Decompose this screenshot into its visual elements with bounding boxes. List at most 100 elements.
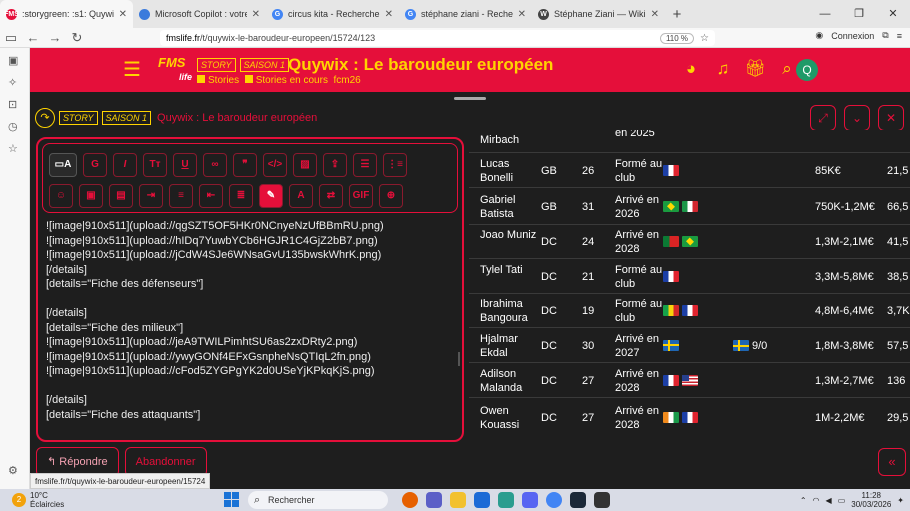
teams-icon[interactable] — [426, 492, 442, 508]
steam-icon[interactable] — [570, 492, 586, 508]
close-icon[interactable]: ✕ — [878, 105, 904, 131]
gif-icon[interactable]: GIF — [349, 184, 373, 208]
maximize-window-icon[interactable]: ❐ — [842, 0, 876, 28]
italic-button[interactable]: I — [113, 153, 137, 177]
username[interactable]: fcm26 — [334, 75, 361, 86]
tray-chevron-icon[interactable]: ⌃ — [800, 496, 807, 505]
weather-widget[interactable]: 2 10°C Éclaircies — [12, 489, 64, 511]
tab-close-icon[interactable]: ✕ — [119, 9, 127, 20]
reload-icon[interactable]: ↻ — [66, 30, 88, 46]
clock[interactable]: 11:28 30/03/2026 — [851, 491, 891, 509]
file-explorer-icon[interactable] — [450, 492, 466, 508]
code-icon[interactable]: </> — [263, 153, 287, 177]
category-stories[interactable]: Stories — [208, 75, 239, 86]
expand-icon[interactable]: ⤢ — [810, 105, 836, 131]
extensions-icon[interactable]: ⧉ — [882, 30, 888, 41]
avatar[interactable]: Q — [796, 59, 818, 81]
browser-tab[interactable]: Gcircus kita - Recherche Google ✕ — [266, 0, 399, 28]
pane-divider[interactable] — [458, 352, 460, 366]
hamburger-icon[interactable]: ☰ — [123, 60, 141, 80]
link-icon[interactable]: ∞ — [203, 153, 227, 177]
app-icon[interactable] — [594, 492, 610, 508]
cell-nationality — [663, 305, 698, 316]
browser-tab[interactable]: FMS:storygreen: :s1: Quywix : Le bar ✕ — [0, 0, 133, 28]
twitter-icon[interactable]: ♫ — [712, 59, 734, 79]
zoom-level[interactable]: 110 % — [659, 32, 695, 44]
back-icon[interactable]: ← — [22, 30, 44, 45]
windows-start-icon[interactable] — [224, 492, 239, 507]
reply-label: Répondre — [59, 456, 108, 468]
toggle-markdown-button[interactable]: ▭A — [49, 153, 77, 177]
quote-icon[interactable]: ❞ — [233, 153, 257, 177]
sidebar-toggle-icon[interactable]: ▭ — [0, 30, 22, 46]
underline-button[interactable]: U — [173, 153, 197, 177]
category-current[interactable]: Stories en cours — [256, 75, 328, 86]
tab-close-icon[interactable]: ✕ — [252, 9, 260, 20]
cell-status: Arrivé en 2028 — [615, 405, 660, 431]
cell-name: Hjalmar Ekdal — [480, 332, 518, 359]
chrome-icon[interactable] — [546, 492, 562, 508]
justify-icon[interactable]: ≣ — [229, 184, 253, 208]
account-icon[interactable]: ◉ — [815, 30, 823, 41]
url-bar[interactable]: fmslife.fr /t/quywix-le-baroudeur-europe… — [160, 30, 715, 46]
add-icon[interactable]: ⊕ — [379, 184, 403, 208]
emoji-icon[interactable]: ☺ — [49, 184, 73, 208]
gallery-icon[interactable]: ▣ — [79, 184, 103, 208]
editor-textarea[interactable]: ![image|910x511](upload://qgSZT5OF5HKr0N… — [46, 219, 456, 429]
image-icon[interactable]: ▨ — [293, 153, 317, 177]
menu-icon[interactable]: ≡ — [897, 31, 902, 41]
mail-icon[interactable] — [474, 492, 490, 508]
ai-chat-icon[interactable]: ✧ — [8, 76, 17, 89]
upload-icon[interactable]: ⇪ — [323, 153, 347, 177]
collapse-icon[interactable]: « — [878, 448, 906, 476]
firefox-icon[interactable] — [402, 492, 418, 508]
forward-icon[interactable]: → — [44, 30, 66, 45]
settings-gear-icon[interactable]: ⚙ — [8, 464, 18, 477]
taskbar-search[interactable]: Rechercher — [248, 491, 388, 509]
align-center-icon[interactable]: ≡ — [169, 184, 193, 208]
align-right-icon[interactable]: ⇤ — [199, 184, 223, 208]
discord-app-icon[interactable] — [522, 492, 538, 508]
volume-icon[interactable]: ◀ — [826, 496, 832, 505]
close-window-icon[interactable]: ✕ — [876, 0, 910, 28]
tab-close-icon[interactable]: ✕ — [385, 9, 393, 20]
notifications-icon[interactable]: ✦ — [897, 496, 904, 505]
font-icon[interactable]: A — [289, 184, 313, 208]
browser-tab[interactable]: W Stéphane Ziani — Wikipédia ✕ — [532, 0, 665, 28]
sidebar-panel-icon[interactable]: ▣ — [8, 54, 18, 67]
bookmark-star-icon[interactable]: ☆ — [700, 33, 709, 44]
resize-handle[interactable] — [454, 97, 486, 100]
tab-favicon-icon: G — [405, 8, 416, 20]
browser-tab[interactable]: Microsoft Copilot : votre assista ✕ — [133, 0, 266, 28]
bookmarks-icon[interactable]: ☆ — [8, 142, 18, 155]
cell-pos: DC — [541, 236, 557, 248]
history-icon[interactable]: ◷ — [8, 120, 18, 133]
discord-icon[interactable]: ◕ — [680, 59, 702, 79]
cell-last: 66,5 — [887, 200, 909, 213]
minimize-window-icon[interactable]: — — [808, 0, 842, 28]
new-tab-icon[interactable]: + — [665, 6, 689, 23]
bold-button[interactable]: G — [83, 153, 107, 177]
edge-icon[interactable] — [498, 492, 514, 508]
tab-close-icon[interactable]: ✕ — [651, 9, 659, 20]
account-button[interactable]: Connexion — [831, 31, 874, 41]
flag-icon — [663, 236, 679, 247]
numbered-list-icon[interactable]: ⋮≡ — [383, 153, 407, 177]
synced-tabs-icon[interactable]: ⊡ — [8, 98, 17, 111]
browser-tab[interactable]: Gstéphane ziani - Recherche Goo ✕ — [399, 0, 532, 28]
site-logo[interactable]: FMS life — [158, 56, 192, 84]
tab-close-icon[interactable]: ✕ — [518, 9, 526, 20]
cell-pos: DC — [541, 374, 557, 387]
battery-icon[interactable]: ▭ — [838, 496, 846, 505]
bullet-list-icon[interactable]: ☰ — [353, 153, 377, 177]
gift-icon[interactable]: 🎁︎ — [744, 59, 766, 79]
heading-button[interactable]: Tт — [143, 153, 167, 177]
swap-icon[interactable]: ⇄ — [319, 184, 343, 208]
brush-icon[interactable]: ✎ — [259, 184, 283, 208]
search-icon[interactable]: ⌕ — [776, 59, 798, 79]
wifi-icon[interactable]: ◠ — [813, 496, 820, 505]
table-icon[interactable]: ▤ — [109, 184, 133, 208]
crumb-topic-title[interactable]: Quywix : Le baroudeur européen — [157, 112, 317, 124]
minimize-chevron-icon[interactable]: ⌄ — [844, 105, 870, 131]
indent-icon[interactable]: ⇥ — [139, 184, 163, 208]
